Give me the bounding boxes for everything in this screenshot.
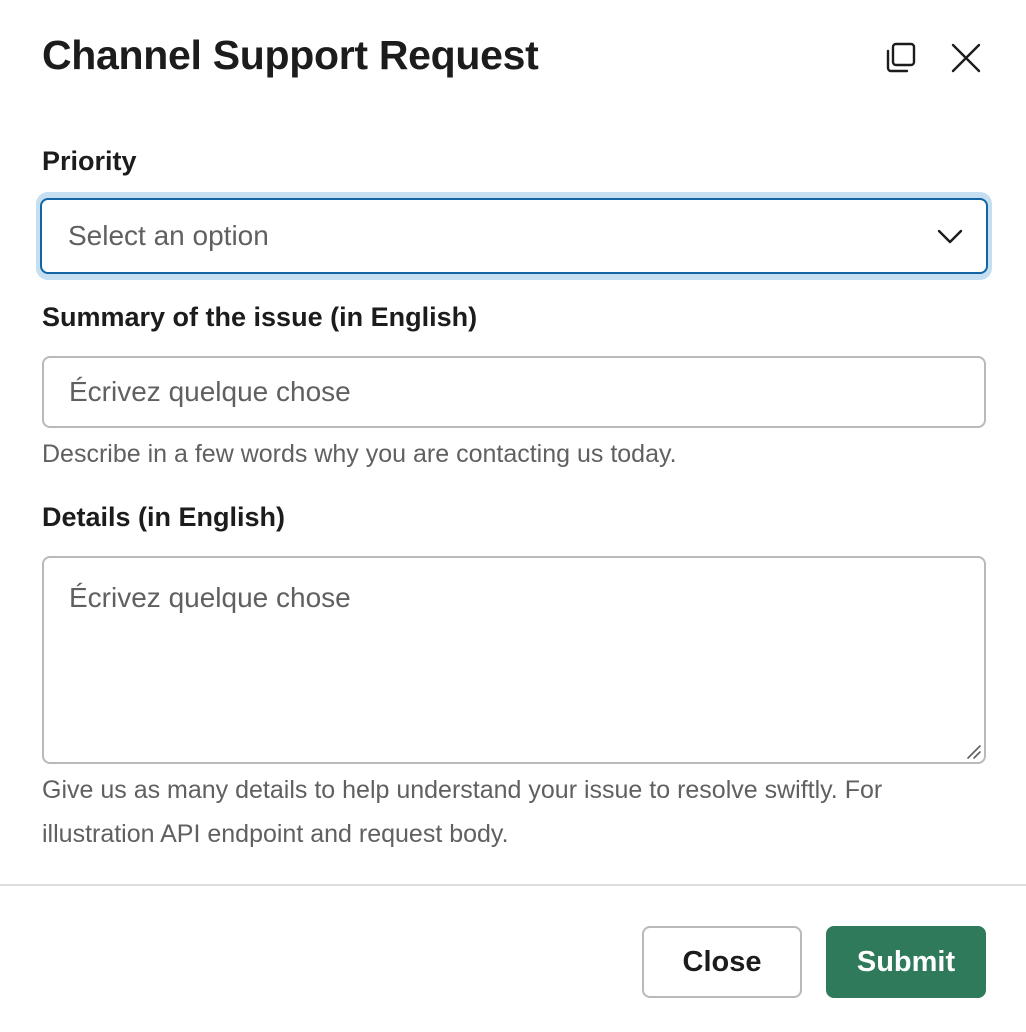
popout-window-icon-graphic (886, 42, 916, 73)
summary-hint: Describe in a few words why you are cont… (42, 440, 677, 468)
summary-input[interactable]: Écrivez quelque chose (42, 356, 986, 428)
close-button[interactable]: Close (642, 926, 802, 998)
summary-label: Summary of the issue (in English) (42, 302, 478, 332)
details-label: Details (in English) (42, 502, 286, 532)
priority-select-placeholder: Select an option (68, 220, 269, 251)
submit-button[interactable]: Submit (826, 926, 986, 998)
summary-input-placeholder: Écrivez quelque chose (69, 376, 351, 407)
support-request-modal: Channel Support Request Priority Select … (0, 0, 1026, 1032)
close-icon[interactable] (946, 38, 986, 78)
modal-title: Channel Support Request (42, 32, 539, 78)
details-textarea[interactable]: Écrivez quelque chose (42, 556, 986, 764)
priority-select[interactable]: Select an option (40, 198, 988, 274)
resize-handle-icon[interactable] (964, 742, 982, 760)
priority-label: Priority (42, 146, 137, 176)
footer-divider (0, 884, 1026, 886)
details-hint: Give us as many details to help understa… (42, 776, 883, 848)
chevron-down-icon (937, 229, 963, 244)
details-textarea-placeholder: Écrivez quelque chose (69, 582, 351, 613)
close-icon-graphic (951, 43, 981, 73)
priority-select-focus-ring: Select an option (36, 192, 992, 280)
popout-window-icon[interactable] (880, 38, 920, 78)
modal-header: Channel Support Request (42, 30, 986, 86)
